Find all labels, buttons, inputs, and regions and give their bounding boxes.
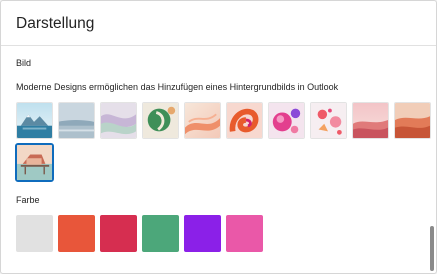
thumb-orange-swirl[interactable] [226, 102, 263, 139]
thumb-pier-house[interactable] [15, 143, 54, 182]
thumb-misty-water[interactable] [58, 102, 95, 139]
dialog-header: Darstellung [1, 1, 436, 46]
swatch-gray[interactable] [16, 215, 53, 252]
swatch-green[interactable] [142, 215, 179, 252]
thumb-pink-spheres[interactable] [268, 102, 305, 139]
thumb-green-circle[interactable] [142, 102, 179, 139]
scrollbar-thumb[interactable] [430, 226, 434, 271]
color-section-label: Farbe [16, 195, 40, 205]
swatch-pink[interactable] [226, 215, 263, 252]
thumb-sunset-ribbons[interactable] [184, 102, 221, 139]
dialog-title: Darstellung [16, 15, 95, 32]
appearance-dialog: Darstellung Bild Moderne Designs ermögli… [0, 0, 437, 274]
thumb-floating-shapes[interactable] [310, 102, 347, 139]
thumb-pastel-waves[interactable] [100, 102, 137, 139]
image-section-description: Moderne Designs ermöglichen das Hinzufüg… [16, 82, 339, 92]
thumb-orange-dunes[interactable] [394, 102, 431, 139]
thumb-pink-desert[interactable] [352, 102, 389, 139]
thumb-iceberg-lake[interactable] [16, 102, 53, 139]
swatch-orange[interactable] [58, 215, 95, 252]
swatch-purple[interactable] [184, 215, 221, 252]
swatch-crimson[interactable] [100, 215, 137, 252]
image-section-label: Bild [16, 58, 32, 68]
